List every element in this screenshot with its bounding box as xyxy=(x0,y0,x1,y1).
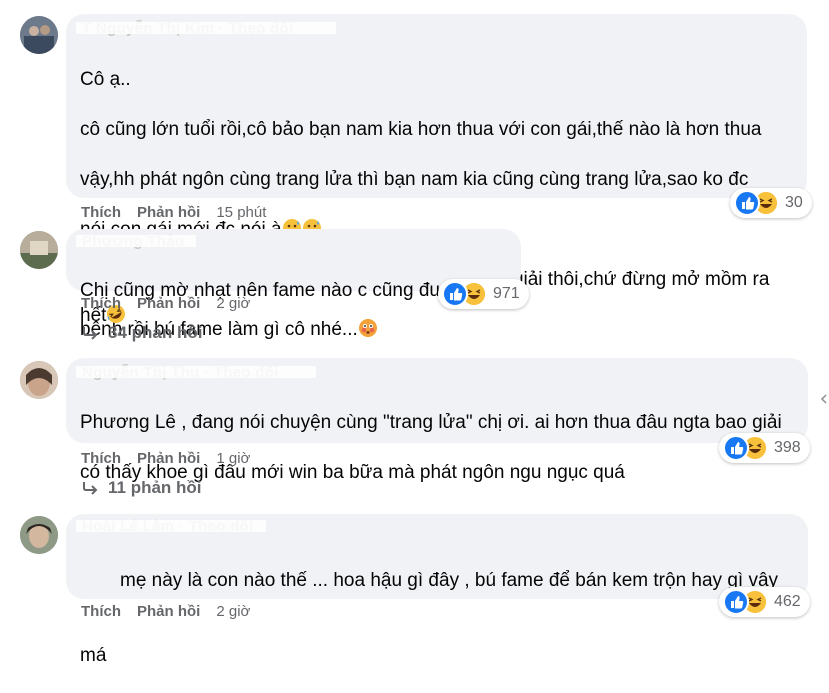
comment-actions: Thích Phản hồi 2 giờ xyxy=(81,603,250,620)
view-replies-button[interactable]: 11 phản hồi xyxy=(82,478,202,498)
like-button[interactable]: Thích xyxy=(81,295,121,312)
avatar-image xyxy=(20,361,58,399)
comment-line: cô cũng lớn tuổi rồi,cô bảo bạn nam kia … xyxy=(80,119,762,140)
comment-timestamp[interactable]: 2 giờ xyxy=(216,603,250,620)
like-button[interactable]: Thích xyxy=(81,204,121,221)
reaction-summary[interactable]: 398 xyxy=(719,433,810,463)
reaction-count: 398 xyxy=(774,439,801,456)
reply-button[interactable]: Phản hồi xyxy=(137,204,200,221)
avatar[interactable] xyxy=(20,516,58,554)
reply-button[interactable]: Phản hồi xyxy=(137,450,200,467)
author-redaction xyxy=(76,235,196,247)
author-redaction xyxy=(76,542,116,556)
avatar[interactable] xyxy=(20,16,58,54)
comment-bubble: Nguyễn Thị Thu · Theo dõi Phương Lê , đa… xyxy=(66,358,808,483)
comment-text: má xyxy=(80,618,794,693)
comment-actions: Thích Phản hồi 1 giờ xyxy=(81,450,250,467)
author-redaction xyxy=(76,366,316,378)
reaction-count: 30 xyxy=(785,194,803,211)
avatar-image xyxy=(20,516,58,554)
comment-actions: Thích Phản hồi 2 giờ xyxy=(81,295,250,312)
like-icon xyxy=(723,435,749,461)
reaction-count: 462 xyxy=(774,593,801,610)
author-redaction xyxy=(76,520,266,532)
comment-bubble: Hoài Lê Lâm · Theo dõi mẹ này là con nào… xyxy=(66,514,808,666)
comment-timestamp[interactable]: 15 phút xyxy=(216,204,266,221)
author-redaction xyxy=(76,22,336,34)
avatar-image xyxy=(20,16,58,54)
avatar[interactable] xyxy=(20,361,58,399)
comment-line: Phương Lê , đang nói chuyện cùng "trang … xyxy=(80,412,782,433)
comment-line: mẹ này là con nào thế ... hoa hậu gì đây… xyxy=(120,570,779,591)
reply-arrow-icon xyxy=(83,482,98,495)
comment-bubble: T Nguyễn Thị Kim · Theo dõi Cô ạ.. cô cũ… xyxy=(66,14,807,340)
reaction-summary[interactable]: 971 xyxy=(438,279,529,309)
like-button[interactable]: Thích xyxy=(81,603,121,620)
avatar-image xyxy=(20,231,58,269)
like-icon xyxy=(723,589,749,615)
like-icon xyxy=(734,190,760,216)
view-replies-button[interactable]: 34 phản hồi xyxy=(82,323,202,343)
like-icon xyxy=(442,281,468,307)
like-button[interactable]: Thích xyxy=(81,450,121,467)
comment-actions: Thích Phản hồi 15 phút xyxy=(81,204,266,221)
reaction-count: 971 xyxy=(493,285,520,302)
reply-arrow-icon xyxy=(83,327,98,340)
avatar[interactable] xyxy=(20,231,58,269)
comment-line: má xyxy=(80,645,107,666)
reply-button[interactable]: Phản hồi xyxy=(137,603,200,620)
reaction-summary[interactable]: 30 xyxy=(730,188,812,218)
comment-timestamp[interactable]: 1 giờ xyxy=(216,450,250,467)
comment-line: vậy,hh phát ngôn cùng trang lửa thì bạn … xyxy=(80,169,749,190)
comment-line: Cô ạ.. xyxy=(80,69,131,90)
scroll-caret-icon[interactable] xyxy=(820,393,829,405)
replies-count-label: 34 phản hồi xyxy=(108,323,203,342)
comment-timestamp[interactable]: 2 giờ xyxy=(216,295,250,312)
replies-count-label: 11 phản hồi xyxy=(108,478,202,497)
reaction-summary[interactable]: 462 xyxy=(719,587,810,617)
reply-button[interactable]: Phản hồi xyxy=(137,295,200,312)
